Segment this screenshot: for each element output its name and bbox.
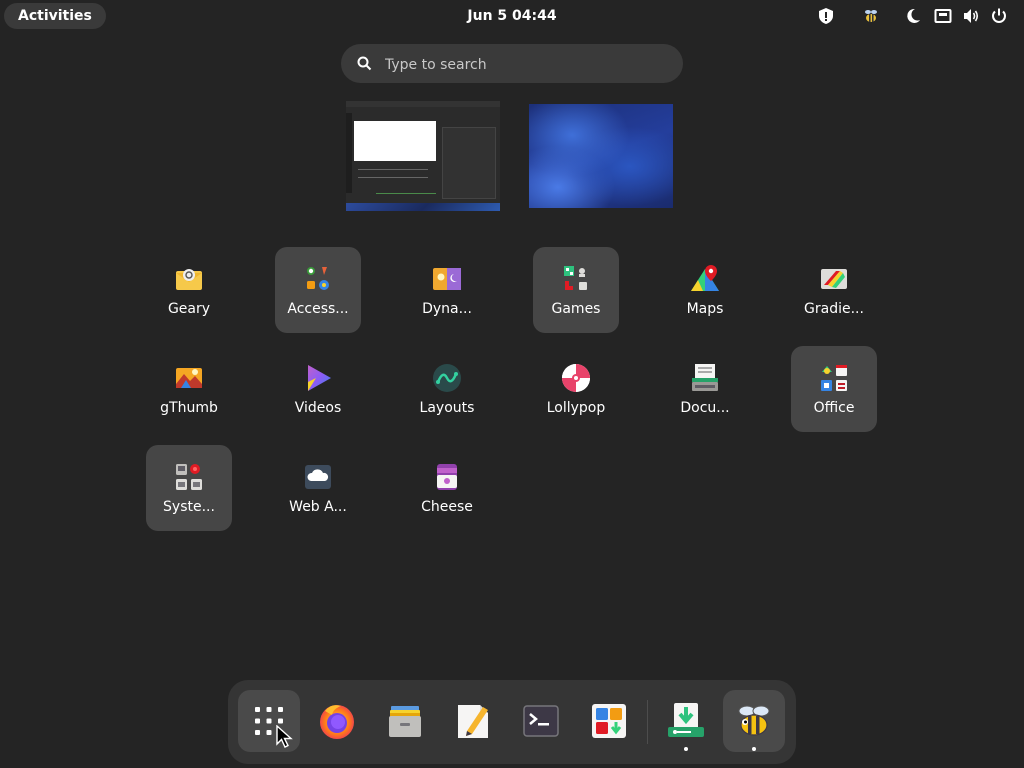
app-gradience[interactable]: Gradie...	[791, 247, 877, 333]
system-folder-icon	[176, 464, 202, 490]
dash-separator	[647, 700, 648, 744]
app-label: Videos	[294, 400, 342, 416]
lollypop-icon	[562, 364, 590, 392]
mouse-cursor-icon	[276, 725, 293, 748]
power-icon[interactable]	[990, 7, 1008, 25]
app-label: Geary	[167, 301, 211, 317]
running-indicator	[684, 747, 688, 751]
app-label: Syste...	[163, 499, 215, 515]
bee-app-icon	[738, 705, 770, 736]
window-preview-line	[358, 169, 428, 170]
videos-icon	[308, 365, 331, 391]
folder-system[interactable]: Syste...	[146, 445, 232, 531]
app-web-apps[interactable]: Web A...	[275, 445, 361, 531]
dash-software[interactable]	[578, 690, 640, 752]
app-maps[interactable]: Maps	[662, 247, 748, 333]
search-bar[interactable]	[341, 44, 683, 85]
folder-office[interactable]: Office	[791, 346, 877, 432]
app-label: Games	[551, 301, 601, 317]
folder-accessories[interactable]: Access...	[275, 247, 361, 333]
bee-icon[interactable]	[862, 7, 880, 25]
app-lollypop[interactable]: Lollypop	[533, 346, 619, 432]
app-label: Access...	[287, 301, 349, 317]
dash-bee-app[interactable]	[723, 690, 785, 752]
top-bar: Activities Jun 5 04:44	[0, 0, 1024, 32]
running-indicator	[752, 747, 756, 751]
window-preview-line	[358, 177, 428, 178]
app-layouts[interactable]: Layouts	[404, 346, 490, 432]
gradience-icon	[821, 269, 847, 289]
window-preview-document	[354, 121, 436, 161]
workspace-thumbnail[interactable]	[346, 101, 500, 211]
games-folder-icon	[564, 266, 587, 290]
app-gthumb[interactable]: gThumb	[146, 346, 232, 432]
office-folder-icon	[821, 365, 847, 391]
app-document-scanner[interactable]: Docu...	[662, 346, 748, 432]
terminal-icon	[523, 705, 559, 737]
dash-firefox[interactable]	[306, 690, 368, 752]
dash-terminal[interactable]	[510, 690, 572, 752]
app-label: Office	[813, 400, 855, 416]
shield-icon[interactable]	[817, 7, 835, 25]
software-icon	[592, 704, 626, 738]
search-input[interactable]	[383, 44, 667, 85]
dash-text-editor[interactable]	[442, 690, 504, 752]
dash-warehouse[interactable]	[655, 690, 717, 752]
web-apps-icon	[305, 465, 331, 489]
activities-button[interactable]: Activities	[4, 3, 106, 29]
mail-icon	[176, 269, 202, 290]
firefox-icon	[320, 705, 354, 739]
app-dynamic-wallpaper[interactable]: Dyna...	[404, 247, 490, 333]
window-preview-panel	[442, 127, 496, 199]
app-label: Cheese	[421, 499, 473, 515]
volume-icon[interactable]	[962, 7, 980, 25]
window-preview-line	[376, 193, 436, 194]
folder-games[interactable]: Games	[533, 247, 619, 333]
window-preview[interactable]	[346, 101, 500, 203]
app-label: Lollypop	[546, 400, 606, 416]
cheese-icon	[437, 464, 457, 490]
window-preview-sidebar	[346, 113, 352, 193]
app-label: Dyna...	[422, 301, 472, 317]
moon-icon[interactable]	[905, 7, 921, 25]
workspace-thumbnail[interactable]	[529, 104, 673, 208]
text-editor-icon	[458, 705, 488, 738]
maps-icon	[691, 265, 719, 291]
dynamic-wallpaper-icon	[433, 268, 461, 290]
files-icon	[389, 706, 421, 737]
network-icon[interactable]	[934, 7, 952, 25]
app-label: Layouts	[419, 400, 475, 416]
app-label: Web A...	[289, 499, 347, 515]
app-label: Gradie...	[804, 301, 864, 317]
app-geary[interactable]: Geary	[146, 247, 232, 333]
app-videos[interactable]: Videos	[275, 346, 361, 432]
clock-button[interactable]: Jun 5 04:44	[467, 8, 556, 24]
gthumb-icon	[176, 368, 202, 388]
app-cheese[interactable]: Cheese	[404, 445, 490, 531]
search-icon	[357, 56, 372, 71]
layouts-icon	[433, 364, 461, 392]
app-label: gThumb	[160, 400, 218, 416]
warehouse-icon	[668, 703, 704, 737]
dash-files[interactable]	[374, 690, 436, 752]
accessories-folder-icon	[307, 267, 329, 290]
document-scanner-icon	[692, 364, 718, 391]
app-label: Docu...	[680, 400, 730, 416]
app-label: Maps	[686, 301, 724, 317]
